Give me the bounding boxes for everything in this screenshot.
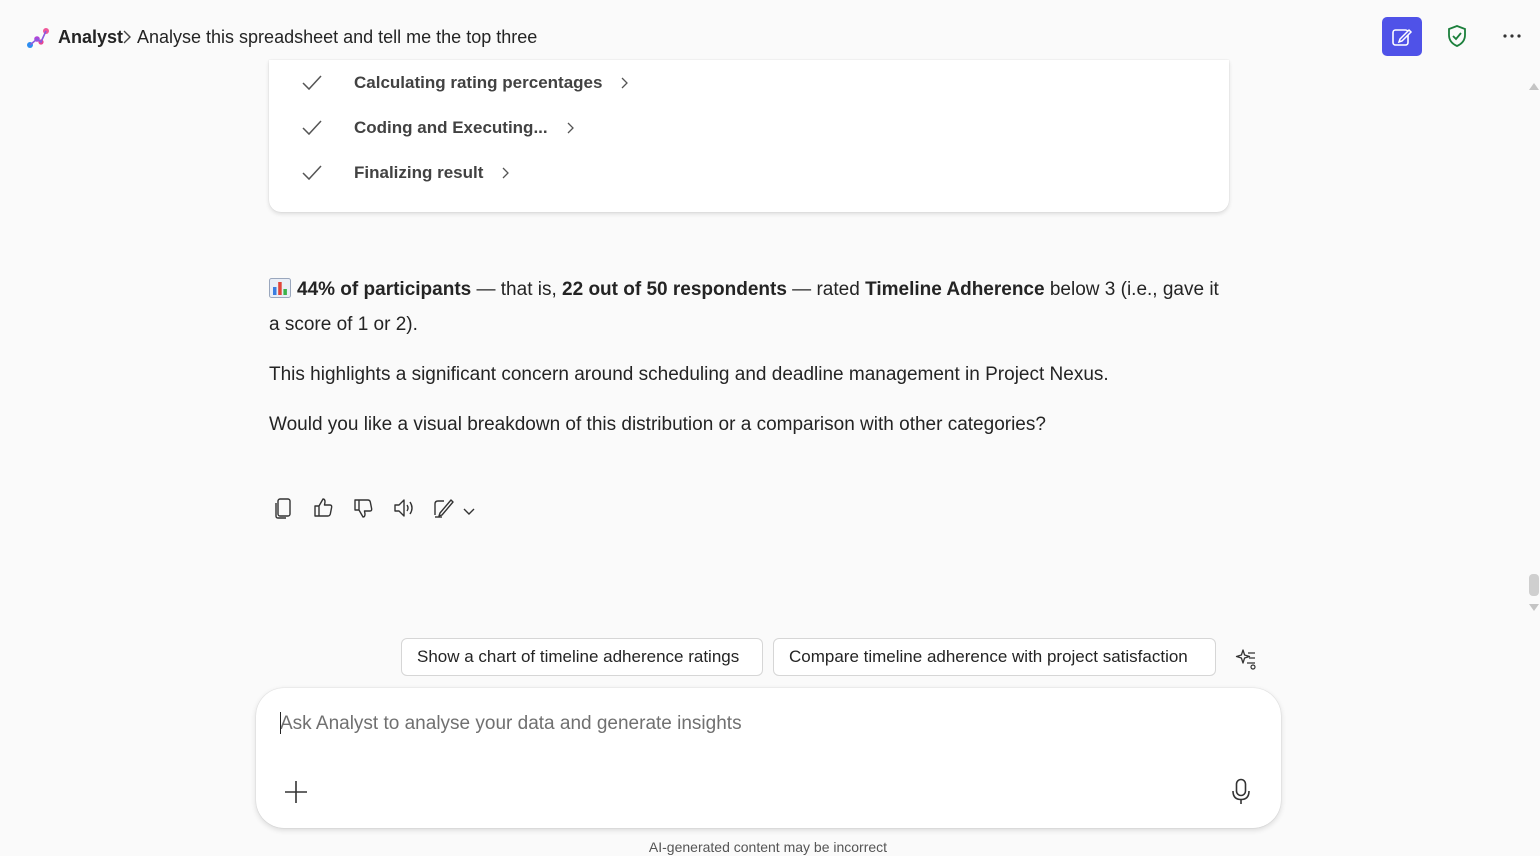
response-paragraph: Would you like a visual breakdown of thi… — [269, 414, 1046, 435]
checkmark-icon — [302, 75, 322, 91]
shield-check-icon[interactable] — [1445, 24, 1469, 48]
microphone-icon[interactable] — [1229, 778, 1253, 806]
chevron-right-icon — [502, 167, 510, 179]
new-chat-button[interactable] — [1382, 17, 1422, 56]
text-cursor — [280, 712, 281, 734]
checkmark-icon — [302, 120, 322, 136]
scroll-down-arrow-icon[interactable] — [1528, 603, 1540, 613]
chevron-right-icon — [123, 30, 131, 44]
rewrite-button[interactable] — [432, 496, 456, 520]
response-paragraph: This highlights a significant concern ar… — [269, 364, 1109, 385]
conversation-title[interactable]: Analyse this spreadsheet and tell me the… — [137, 27, 537, 48]
copy-button[interactable] — [272, 496, 296, 520]
response-text: — that is, — [471, 279, 563, 300]
bar-chart-emoji-icon — [269, 278, 291, 298]
reasoning-steps-card: Calculating rating percentages Coding an… — [269, 60, 1229, 212]
step-label: Calculating rating percentages — [354, 73, 603, 92]
checkmark-icon — [302, 165, 322, 181]
step-label: Coding and Executing... — [354, 118, 548, 137]
suggestion-chip[interactable]: Compare timeline adherence with project … — [773, 638, 1216, 676]
response-text: — rated — [786, 279, 866, 300]
chevron-right-icon — [567, 122, 574, 134]
highlight-category: Timeline Adherence — [865, 279, 1045, 300]
thumbs-up-button[interactable] — [312, 496, 336, 520]
step-item[interactable]: Finalizing result — [301, 160, 511, 186]
copy-icon — [275, 498, 291, 519]
chat-input[interactable] — [280, 706, 1180, 742]
response-paragraph: 44% of participants — that is, 22 out of… — [269, 272, 1234, 342]
message-composer — [256, 688, 1281, 828]
suggestion-chip[interactable]: Show a chart of timeline adherence ratin… — [401, 638, 763, 676]
step-label: Finalizing result — [354, 163, 484, 182]
chevron-down-icon — [463, 508, 475, 515]
add-attachment-icon[interactable] — [284, 780, 308, 804]
more-actions-dropdown[interactable] — [462, 503, 476, 515]
scrollbar-thumb[interactable] — [1529, 574, 1539, 596]
more-icon[interactable] — [1500, 26, 1524, 46]
thumbs-up-icon — [314, 498, 333, 517]
thumbs-down-icon — [354, 499, 373, 518]
ai-disclaimer: AI-generated content may be incorrect — [648, 839, 888, 855]
step-item[interactable]: Coding and Executing... — [301, 115, 576, 141]
read-aloud-button[interactable] — [392, 496, 416, 520]
app-name[interactable]: Analyst — [58, 27, 123, 48]
read-aloud-icon — [394, 499, 413, 517]
chevron-right-icon — [621, 77, 629, 89]
scroll-up-arrow-icon[interactable] — [1528, 81, 1540, 91]
edit-rewrite-icon — [434, 499, 454, 518]
thumbs-down-button[interactable] — [352, 496, 376, 520]
message-actions — [272, 494, 476, 522]
analyst-logo-icon — [27, 28, 49, 48]
highlight-percentage: 44% of participants — [297, 279, 472, 300]
refresh-suggestions-sparkle-icon[interactable] — [1233, 646, 1259, 672]
step-item[interactable]: Calculating rating percentages — [301, 70, 630, 96]
compose-icon — [1392, 28, 1413, 46]
assistant-response: 44% of participants — that is, 22 out of… — [269, 272, 1234, 442]
highlight-count: 22 out of 50 respondents — [562, 279, 787, 300]
